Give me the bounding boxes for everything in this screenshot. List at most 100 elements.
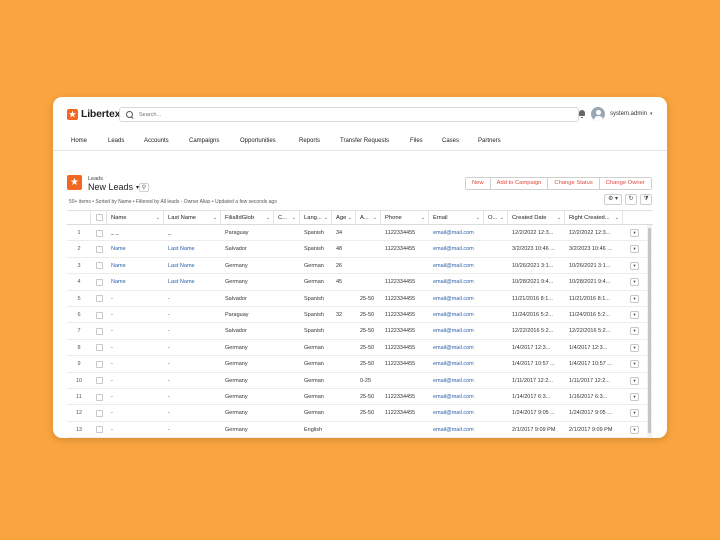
row-action-chevron-down-icon[interactable]: ▾ <box>630 229 639 237</box>
cell-name[interactable]: Name <box>107 274 164 290</box>
nav-item-reports[interactable]: Reports <box>299 138 320 144</box>
user-avatar[interactable] <box>591 107 605 121</box>
row-checkbox[interactable] <box>96 245 103 253</box>
table-row[interactable]: 7 - - Salvador Spanish 25-50 1122334455 email@m… <box>67 323 653 340</box>
nav-item-accounts[interactable]: Accounts <box>144 138 169 144</box>
row-checkbox[interactable] <box>96 393 103 401</box>
table-row[interactable]: 1 _ _ _ Paraguay Spanish 34 1122334455 email@ma… <box>67 225 653 242</box>
chevron-down-icon[interactable]: ⌄ <box>266 211 270 225</box>
table-row[interactable]: 11 - - Germany German 25-50 1122334455 email@ma… <box>67 389 653 406</box>
change-status-button[interactable]: Change Status <box>548 178 600 189</box>
table-row[interactable]: 6 - - Paraguay Spanish 32 25-50 1122334455 email… <box>67 307 653 324</box>
user-name[interactable]: system.admin <box>610 111 647 117</box>
row-checkbox[interactable] <box>96 377 103 385</box>
cell-email[interactable]: email@mail.com <box>429 291 484 307</box>
cell-last[interactable]: Last Name <box>164 258 221 274</box>
filter-icon[interactable]: ⧩ <box>640 194 652 205</box>
cell-email[interactable]: email@mail.com <box>429 389 484 405</box>
cell-email[interactable]: email@mail.com <box>429 258 484 274</box>
app-logo[interactable]: ★ Libertex <box>67 108 120 120</box>
table-row[interactable]: 13 - - Germany English email@mail.com 2/1/2017… <box>67 422 653 438</box>
table-row[interactable]: 9 - - Germany German 25-50 1122334455 email@mai… <box>67 356 653 373</box>
row-action-chevron-down-icon[interactable]: ▾ <box>630 261 639 270</box>
header-language[interactable]: Lang... ⌄ <box>300 211 332 225</box>
table-row[interactable]: 3 Name Last Name Germany German 26 email@mail.… <box>67 258 653 275</box>
chevron-down-icon[interactable]: ⌄ <box>421 211 425 225</box>
settings-gear-icon[interactable]: ⚙ ▾ <box>604 194 622 205</box>
chevron-down-icon[interactable]: ⌄ <box>373 211 377 225</box>
table-row[interactable]: 2 Name Last Name Salvador Spanish 48 112233445… <box>67 241 653 258</box>
change-owner-button[interactable]: Change Owner <box>599 178 651 189</box>
chevron-down-icon[interactable]: ▾ <box>650 111 653 117</box>
table-row[interactable]: 12 - - Germany German 25-50 1122334455 email@ma… <box>67 405 653 422</box>
chevron-down-icon[interactable]: ⌄ <box>156 211 160 225</box>
row-checkbox[interactable] <box>96 295 103 303</box>
row-checkbox[interactable] <box>96 278 103 286</box>
nav-item-opportunities[interactable]: Opportunities <box>240 138 276 144</box>
row-action-chevron-down-icon[interactable]: ▾ <box>630 311 639 319</box>
cell-email[interactable]: email@mail.com <box>429 340 484 356</box>
header-right-created[interactable]: Right Created... ⌄ <box>565 211 623 225</box>
cell-email[interactable]: email@mail.com <box>429 274 484 290</box>
search-input[interactable] <box>139 111 539 118</box>
global-search[interactable] <box>119 107 579 122</box>
header-age-range[interactable]: A... ⌄ <box>356 211 381 225</box>
chevron-down-icon[interactable]: ⌄ <box>476 211 480 225</box>
cell-email[interactable]: email@mail.com <box>429 422 484 438</box>
row-checkbox[interactable] <box>96 262 103 270</box>
list-view-selector[interactable]: New Leads ▾ <box>88 182 139 192</box>
chevron-down-icon[interactable]: ⌄ <box>615 211 619 225</box>
cell-email[interactable]: email@mail.com <box>429 373 484 389</box>
nav-item-cases[interactable]: Cases <box>442 138 459 144</box>
header-filial[interactable]: FilialIdGlob ⌄ <box>221 211 274 225</box>
header-created-date[interactable]: Created Date ⌄ <box>508 211 565 225</box>
cell-email[interactable]: email@mail.com <box>429 225 484 241</box>
cell-email[interactable]: email@mail.com <box>429 405 484 421</box>
row-action-chevron-down-icon[interactable]: ▾ <box>630 294 639 303</box>
row-checkbox[interactable] <box>96 229 103 237</box>
cell-last[interactable]: Last Name <box>164 274 221 290</box>
chevron-down-icon[interactable]: ⌄ <box>348 211 352 225</box>
nav-item-campaigns[interactable]: Campaigns <box>189 138 219 144</box>
row-checkbox[interactable] <box>96 426 103 434</box>
vertical-scrollbar[interactable] <box>647 225 652 438</box>
nav-item-files[interactable]: Files <box>410 138 423 144</box>
cell-name[interactable]: Name <box>107 258 164 274</box>
add-to-campaign-button[interactable]: Add to Campaign <box>490 178 549 189</box>
chevron-down-icon[interactable]: ⌄ <box>213 211 217 225</box>
table-row[interactable]: 4 Name Last Name Germany German 45 1122334455 e… <box>67 274 653 291</box>
row-action-chevron-down-icon[interactable]: ▾ <box>630 376 639 385</box>
header-age[interactable]: Age ⌄ <box>332 211 356 225</box>
nav-item-partners[interactable]: Partners <box>478 138 501 144</box>
cell-last[interactable]: Last Name <box>164 241 221 257</box>
row-checkbox[interactable] <box>96 344 103 352</box>
select-all-checkbox[interactable] <box>96 214 103 221</box>
row-action-chevron-down-icon[interactable]: ▾ <box>630 327 639 336</box>
header-name[interactable]: Name ⌄ <box>107 211 164 225</box>
cell-email[interactable]: email@mail.com <box>429 307 484 323</box>
table-row[interactable]: 5 - - Salvador Spanish 25-50 1122334455 email@m… <box>67 291 653 307</box>
notification-bell-icon[interactable] <box>578 110 586 118</box>
pin-icon[interactable]: ⚲ <box>139 183 149 192</box>
header-owner[interactable]: O... ⌄ <box>484 211 508 225</box>
new-button[interactable]: New <box>466 178 491 189</box>
cell-email[interactable]: email@mail.com <box>429 356 484 372</box>
header-phone[interactable]: Phone ⌄ <box>381 211 429 225</box>
row-checkbox[interactable] <box>96 409 103 417</box>
header-country[interactable]: C... ⌄ <box>274 211 300 225</box>
row-checkbox[interactable] <box>96 311 103 319</box>
table-row[interactable]: 10 - - Germany German 0-25 email@mail.com 1/11/… <box>67 373 653 389</box>
row-checkbox[interactable] <box>96 327 103 335</box>
header-email[interactable]: Email ⌄ <box>429 211 484 225</box>
chevron-down-icon[interactable]: ⌄ <box>500 211 504 225</box>
cell-email[interactable]: email@mail.com <box>429 241 484 257</box>
row-action-chevron-down-icon[interactable]: ▾ <box>630 360 639 369</box>
cell-name[interactable]: Name <box>107 241 164 257</box>
row-action-chevron-down-icon[interactable]: ▾ <box>630 278 639 287</box>
row-action-chevron-down-icon[interactable]: ▾ <box>630 343 639 352</box>
scrollbar-thumb[interactable] <box>648 228 651 433</box>
nav-item-home[interactable]: Home <box>71 138 87 144</box>
refresh-icon[interactable]: ↻ <box>625 194 637 205</box>
nav-item-transfer-requests[interactable]: Transfer Requests <box>340 138 389 144</box>
row-action-chevron-down-icon[interactable]: ▾ <box>630 425 639 434</box>
